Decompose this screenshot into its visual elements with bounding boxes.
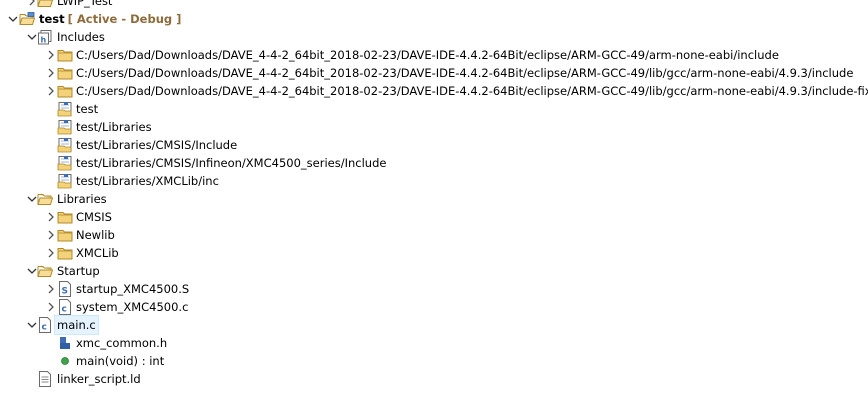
tree-item-label: Newlib [76,228,115,242]
chevron-right-icon[interactable] [45,280,57,298]
chevron-right-icon[interactable] [45,208,57,226]
tree-item-label: main.c [54,315,99,335]
includes-icon: h [37,29,53,45]
tree-item-workspace-include[interactable]: test/Libraries/CMSIS/Include [0,136,868,154]
tree-item-label: linker_script.ld [57,372,141,386]
tree-item-include-path[interactable]: C:/Users/Dad/Downloads/DAVE_4-4-2_64bit_… [0,46,868,64]
tree-item-label: C:/Users/Dad/Downloads/DAVE_4-4-2_64bit_… [76,66,854,80]
tree-item-label: test/Libraries/CMSIS/Include [76,138,238,152]
tree-item-label: CMSIS [76,210,112,224]
open-folder-icon [37,263,53,279]
tree-item-include-path[interactable]: C:/Users/Dad/Downloads/DAVE_4-4-2_64bit_… [0,64,868,82]
tree-item-workspace-include[interactable]: test/Libraries [0,118,868,136]
tree-item-label: startup_XMC4500.S [76,282,190,296]
tree-item-label: XMCLib [76,246,119,260]
tree-item-library-folder[interactable]: XMCLib [0,244,868,262]
include-project-icon [57,119,73,135]
tree-item-workspace-include[interactable]: test/Libraries/CMSIS/Infineon/XMC4500_se… [0,154,868,172]
tree-item-startup-asm[interactable]: Sstartup_XMC4500.S [0,280,868,298]
project-name: test [39,12,65,26]
include-project-icon [57,155,73,171]
tree-item-project-test[interactable]: test[ Active - Debug ] [0,10,868,28]
tree-item-label: main(void) : int [76,354,165,368]
tree-item-label: C:/Users/Dad/Downloads/DAVE_4-4-2_64bit_… [76,84,868,98]
tree-item-workspace-include[interactable]: test [0,100,868,118]
asm-file-icon: S [57,281,73,297]
text-file-icon [37,371,53,387]
tree-item-library-folder[interactable]: Newlib [0,226,868,244]
svg-text:c: c [42,323,47,333]
project-icon [37,0,53,9]
tree-item-header-include[interactable]: xmc_common.h [0,334,868,352]
tree-item-label: test/Libraries/CMSIS/Infineon/XMC4500_se… [76,156,387,170]
tree-item-linker-script[interactable]: linker_script.ld [0,370,868,388]
tree-item-label: test [76,102,99,116]
include-project-icon [57,137,73,153]
tree-item-label: test[ Active - Debug ] [37,10,183,28]
tree-item-libraries[interactable]: Libraries [0,190,868,208]
tree-item-label: system_XMC4500.c [76,300,189,314]
chevron-right-icon[interactable] [45,82,57,100]
include-folder-icon [57,65,73,81]
include-folder-icon [57,83,73,99]
c-file-icon: c [37,317,53,333]
open-project-icon [19,11,35,27]
tree-item-label: LWIP_Test [57,0,113,8]
folder-icon [57,209,73,225]
chevron-right-icon[interactable] [45,64,57,82]
tree-item-label: test/Libraries/XMCLib/inc [76,174,219,188]
open-folder-icon [37,191,53,207]
tree-item-label: xmc_common.h [76,336,168,350]
tree-item-label: C:/Users/Dad/Downloads/DAVE_4-4-2_64bit_… [76,48,779,62]
tree-item-system-c[interactable]: c system_XMC4500.c [0,298,868,316]
tree-item-include-path[interactable]: C:/Users/Dad/Downloads/DAVE_4-4-2_64bit_… [0,82,868,100]
folder-icon [57,245,73,261]
tree-item-label: Startup [57,264,100,278]
tree-item-main-c[interactable]: c main.c [0,315,868,335]
chevron-down-icon[interactable] [7,10,19,28]
include-project-icon [57,101,73,117]
include-folder-icon [57,47,73,63]
tree-item-workspace-include[interactable]: test/Libraries/XMCLib/inc [0,172,868,190]
svg-text:S: S [62,287,68,297]
tree-item-label: Libraries [57,192,107,206]
c-file-icon: c [57,299,73,315]
chevron-right-icon[interactable] [45,46,57,64]
project-explorer-tree: LWIP_Test test[ Active - Debug ] h Includes… [0,0,868,388]
svg-text:h: h [41,36,47,45]
function-icon [57,353,73,369]
project-status: [ Active - Debug ] [67,12,182,26]
svg-text:c: c [62,305,67,315]
tree-item-label: test/Libraries [76,120,152,134]
chevron-right-icon[interactable] [45,226,57,244]
tree-item-label: Includes [57,30,105,44]
tree-item-includes[interactable]: h Includes [0,28,868,46]
folder-icon [57,227,73,243]
tree-item-startup[interactable]: Startup [0,262,868,280]
chevron-right-icon[interactable] [45,244,57,262]
tree-item-function-main[interactable]: main(void) : int [0,352,868,370]
include-project-icon [57,173,73,189]
tree-item-lwip-test[interactable]: LWIP_Test [0,0,868,10]
chevron-right-icon[interactable] [45,298,57,316]
header-include-icon [57,335,73,351]
tree-item-library-folder[interactable]: CMSIS [0,208,868,226]
